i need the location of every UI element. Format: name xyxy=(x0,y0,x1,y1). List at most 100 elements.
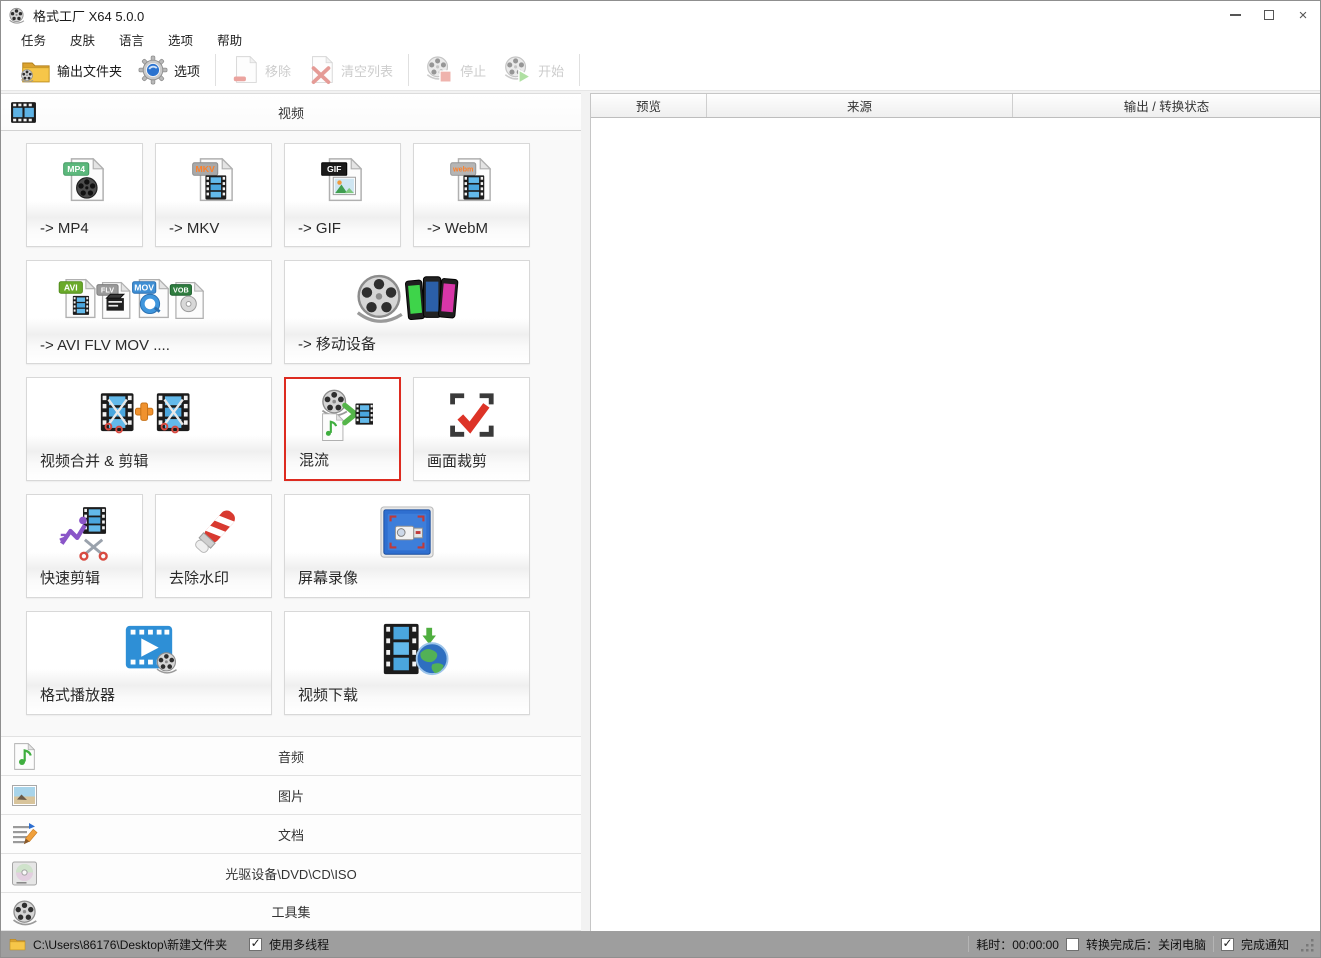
format-player-icon xyxy=(69,622,229,678)
tile-grid: MP4 -> MP4 MKV -> MKV xyxy=(1,131,581,736)
category-disc[interactable]: 光驱设备\DVD\CD\ISO xyxy=(1,853,581,892)
svg-text:MKV: MKV xyxy=(195,164,214,174)
title-bar: 格式工厂 X64 5.0.0 × xyxy=(1,1,1320,29)
elapsed-time: 耗时：00:00:00 xyxy=(976,936,1059,953)
clear-list-icon xyxy=(307,55,335,85)
avi-flv-mov-vob-files-icon: AVI FLV MOV xyxy=(44,273,254,329)
statusbar-separator xyxy=(1213,936,1214,952)
document-category-icon xyxy=(11,821,38,848)
svg-text:GIF: GIF xyxy=(327,164,341,174)
output-folder-button[interactable]: 输出文件夹 xyxy=(11,55,130,86)
output-folder-small-icon[interactable] xyxy=(9,937,26,951)
file-list-panel: 预览 来源 输出 / 转换状态 xyxy=(590,93,1320,931)
multithread-checkbox[interactable] xyxy=(249,938,262,951)
shutdown-checkbox[interactable] xyxy=(1066,938,1079,951)
column-output-status: 输出 / 转换状态 xyxy=(1013,94,1320,117)
file-list-body[interactable] xyxy=(591,118,1320,931)
svg-text:webm: webm xyxy=(452,164,473,173)
fast-clip-icon xyxy=(54,505,116,561)
tile-remove-watermark[interactable]: 去除水印 xyxy=(155,494,272,598)
output-path[interactable]: C:\Users\86176\Desktop\新建文件夹 xyxy=(33,936,227,953)
tile-fast-clip[interactable]: 快速剪辑 xyxy=(26,494,143,598)
menu-options[interactable]: 选项 xyxy=(156,28,205,51)
tile-to-gif[interactable]: GIF -> GIF xyxy=(284,143,401,247)
tile-to-avi-flv-mov[interactable]: AVI FLV MOV xyxy=(26,260,272,364)
menu-help[interactable]: 帮助 xyxy=(205,28,254,51)
disc-category-icon xyxy=(11,860,38,887)
menu-bar: 任务 皮肤 语言 选项 帮助 xyxy=(1,29,1320,50)
tile-format-player[interactable]: 格式播放器 xyxy=(26,611,272,715)
category-toolset[interactable]: 工具集 xyxy=(1,892,581,931)
svg-text:MOV: MOV xyxy=(134,282,154,292)
remove-button[interactable]: 移除 xyxy=(223,53,299,87)
mux-icon xyxy=(312,388,374,444)
window-controls: × xyxy=(1218,1,1320,29)
svg-text:MP4: MP4 xyxy=(67,164,85,174)
screen-record-icon xyxy=(327,505,487,561)
svg-text:FLV: FLV xyxy=(101,285,114,294)
shutdown-label: 转换完成后：关闭电脑 xyxy=(1086,936,1206,953)
column-source: 来源 xyxy=(707,94,1013,117)
notify-label: 完成通知 xyxy=(1241,936,1289,953)
picture-category-icon xyxy=(11,782,38,809)
app-logo-icon xyxy=(8,7,25,24)
gear-icon xyxy=(138,55,168,85)
menu-skin[interactable]: 皮肤 xyxy=(58,28,107,51)
tile-mux[interactable]: 混流 xyxy=(284,377,401,481)
remove-icon xyxy=(231,55,259,85)
video-category-icon xyxy=(10,99,37,126)
app-window: 格式工厂 X64 5.0.0 × 任务 皮肤 语言 选项 帮助 输出文件夹 xyxy=(0,0,1321,958)
category-audio[interactable]: 音频 xyxy=(1,736,581,775)
output-folder-icon xyxy=(19,57,51,84)
svg-text:AVI: AVI xyxy=(64,282,78,292)
main-area: 视频 MP4 -> MP4 M xyxy=(1,91,1320,931)
category-picture[interactable]: 图片 xyxy=(1,775,581,814)
toolset-category-icon xyxy=(11,899,38,926)
start-icon xyxy=(502,55,532,85)
toolbar-separator xyxy=(408,54,409,86)
video-download-icon xyxy=(327,622,487,678)
tile-to-mkv[interactable]: MKV -> MKV xyxy=(155,143,272,247)
tile-crop[interactable]: 画面裁剪 xyxy=(413,377,530,481)
category-panel: 视频 MP4 -> MP4 M xyxy=(1,93,581,931)
menu-language[interactable]: 语言 xyxy=(107,28,156,51)
column-preview: 预览 xyxy=(591,94,707,117)
gif-file-icon: GIF xyxy=(312,156,374,212)
category-list: 音频 图片 xyxy=(1,736,581,931)
resize-grip-icon[interactable] xyxy=(1300,938,1315,953)
eraser-icon xyxy=(183,505,245,561)
tile-video-download[interactable]: 视频下载 xyxy=(284,611,530,715)
menu-task[interactable]: 任务 xyxy=(9,28,58,51)
stop-button[interactable]: 停止 xyxy=(416,53,494,87)
toolbar-separator xyxy=(579,54,580,86)
multithread-label: 使用多线程 xyxy=(269,936,329,953)
minimize-button[interactable] xyxy=(1218,1,1252,29)
mp4-file-icon: MP4 xyxy=(54,156,116,212)
start-button[interactable]: 开始 xyxy=(494,53,572,87)
close-button[interactable]: × xyxy=(1286,1,1320,29)
tile-to-mp4[interactable]: MP4 -> MP4 xyxy=(26,143,143,247)
mobile-device-icon xyxy=(327,271,487,327)
tile-to-mobile-device[interactable]: -> 移动设备 xyxy=(284,260,530,364)
category-document[interactable]: 文档 xyxy=(1,814,581,853)
tile-video-join-clip[interactable]: 视频合并 & 剪辑 xyxy=(26,377,272,481)
mkv-file-icon: MKV xyxy=(183,156,245,212)
stop-icon xyxy=(424,55,454,85)
clear-list-button[interactable]: 清空列表 xyxy=(299,53,401,87)
crop-check-icon xyxy=(441,388,503,444)
video-join-clip-icon xyxy=(69,388,229,444)
file-list-header: 预览 来源 输出 / 转换状态 xyxy=(591,94,1320,118)
statusbar-separator xyxy=(968,936,969,952)
tile-to-webm[interactable]: webm -> WebM xyxy=(413,143,530,247)
notify-checkbox[interactable] xyxy=(1221,938,1234,951)
window-title: 格式工厂 X64 5.0.0 xyxy=(33,6,144,25)
category-video-header[interactable]: 视频 xyxy=(1,93,581,131)
status-bar: C:\Users\86176\Desktop\新建文件夹 使用多线程 耗时：00… xyxy=(1,931,1320,957)
webm-file-icon: webm xyxy=(441,156,503,212)
video-category-label: 视频 xyxy=(278,103,304,122)
audio-category-icon xyxy=(11,743,38,770)
tile-screen-record[interactable]: 屏幕录像 xyxy=(284,494,530,598)
options-button[interactable]: 选项 xyxy=(130,53,208,87)
toolbar: 输出文件夹 选项 移除 xyxy=(1,50,1320,91)
maximize-button[interactable] xyxy=(1252,1,1286,29)
